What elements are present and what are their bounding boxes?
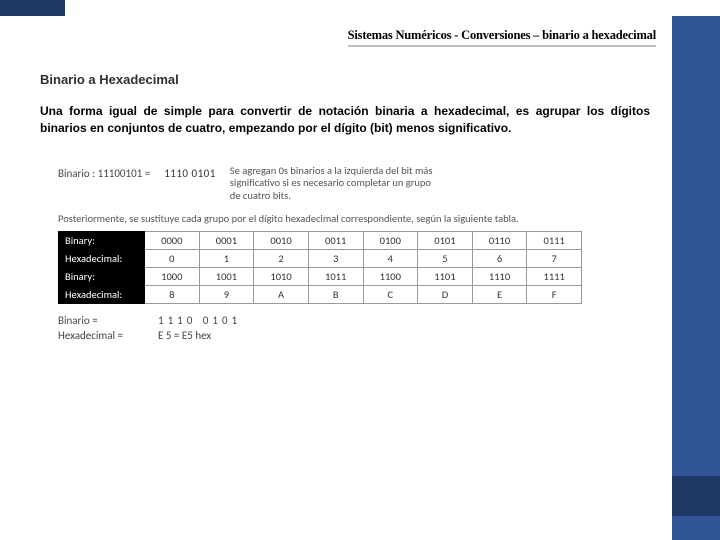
top-accent-bar xyxy=(0,0,720,16)
side-accent-bar xyxy=(672,16,720,540)
table-row: Binary: 0000 0001 0010 0011 0100 0101 01… xyxy=(59,232,582,250)
substitute-text: Posteriormente, se sustituye cada grupo … xyxy=(58,212,582,225)
row-label: Binary: xyxy=(59,232,145,250)
result-hex-label: Hexadecimal = xyxy=(58,329,148,342)
result-bin-value: 1110 0101 xyxy=(158,314,241,327)
table-row: Hexadecimal: 8 9 A B C D E F xyxy=(59,286,582,304)
result-bin-label: Binario = xyxy=(58,314,148,327)
section-heading: Binario a Hexadecimal xyxy=(40,72,650,87)
table-row: Binary: 1000 1001 1010 1011 1100 1101 11… xyxy=(59,268,582,286)
row-label: Binary: xyxy=(59,268,145,286)
row-label: Hexadecimal: xyxy=(59,286,145,304)
binary-label: Binario : 11100101 = xyxy=(58,165,150,180)
binary-grouped: 1110 0101 xyxy=(164,165,216,180)
result-block: Binario = 1110 0101 Hexadecimal = E 5 = … xyxy=(58,314,582,342)
table-row: Hexadecimal: 0 1 2 3 4 5 6 7 xyxy=(59,250,582,268)
conversion-table: Binary: 0000 0001 0010 0011 0100 0101 01… xyxy=(58,231,582,304)
section-paragraph: Una forma igual de simple para convertir… xyxy=(40,103,650,137)
content-area: Binario a Hexadecimal Una forma igual de… xyxy=(40,72,650,354)
slide-title: Sistemas Numéricos - Conversiones – bina… xyxy=(348,28,656,47)
result-hex-value: E 5 = E5 hex xyxy=(158,329,211,342)
grouping-note: Se agregan 0s binarios a la izquierda de… xyxy=(230,165,440,203)
row-label: Hexadecimal: xyxy=(59,250,145,268)
example-block: Binario : 11100101 = 1110 0101 Se agrega… xyxy=(50,161,590,355)
